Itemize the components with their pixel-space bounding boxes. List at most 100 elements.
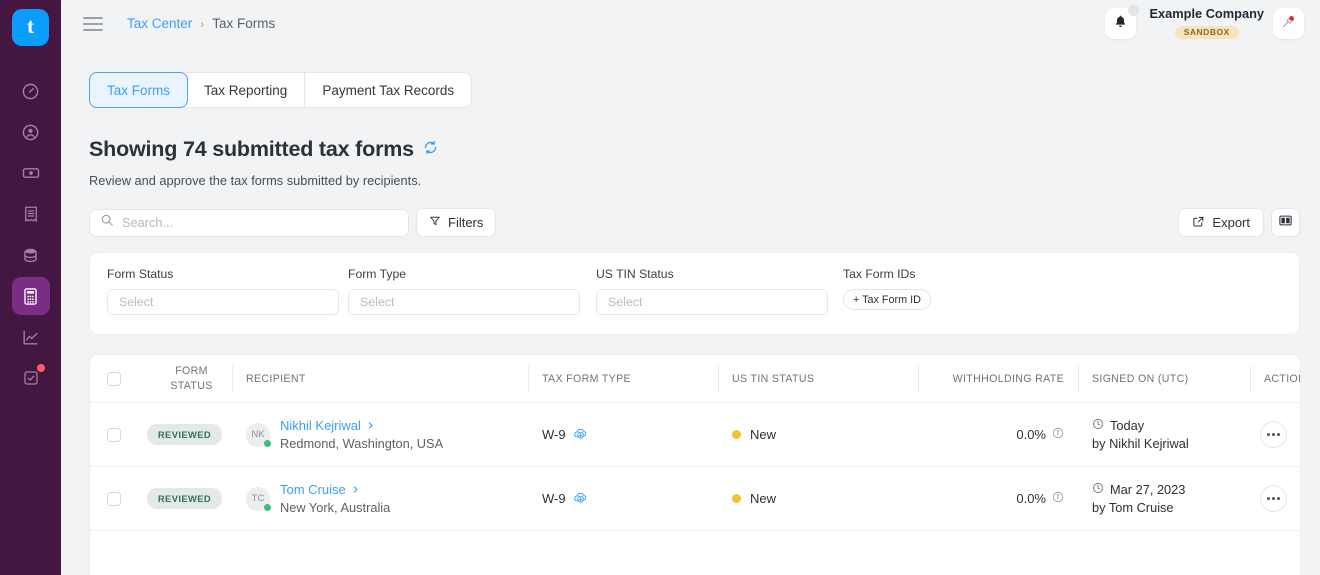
bell-icon xyxy=(1113,14,1128,34)
speedometer-icon xyxy=(21,82,40,101)
row-actions-button[interactable] xyxy=(1260,485,1287,512)
column-actions: ACTIONS ? xyxy=(1250,364,1300,394)
sidebar-nav xyxy=(11,72,50,400)
sidebar: t xyxy=(0,0,61,575)
search-icon xyxy=(100,213,114,232)
topbar-right: Example Company SANDBOX xyxy=(1104,5,1304,40)
sidebar-item-reports[interactable] xyxy=(12,318,50,356)
avatar-initials: TC xyxy=(251,493,265,504)
filters-button-label: Filters xyxy=(448,215,484,230)
pin-icon xyxy=(1280,13,1297,35)
tab-tax-forms[interactable]: Tax Forms xyxy=(89,72,189,108)
avatar: NK xyxy=(246,422,271,447)
column-form-status-line1: FORM xyxy=(175,365,208,378)
withholding-rate-value: 0.0% xyxy=(1016,427,1046,442)
search-input[interactable] xyxy=(122,215,398,230)
filter-form-status-label: Form Status xyxy=(107,267,174,281)
tax-forms-table: FORM STATUS RECIPIENT TAX FORM TYPE US T… xyxy=(89,354,1301,575)
column-form-status[interactable]: FORM STATUS xyxy=(137,364,232,394)
calculator-icon xyxy=(21,287,40,306)
cell-form-status: REVIEWED xyxy=(137,488,232,509)
info-circle-icon[interactable] xyxy=(1052,427,1064,442)
notification-indicator xyxy=(1127,5,1139,16)
cell-tax-form-type: W-9 xyxy=(528,490,718,508)
filter-tax-form-ids: Tax Form IDs + Tax Form ID xyxy=(843,267,931,310)
ellipsis-icon xyxy=(1267,497,1280,500)
table-row[interactable]: REVIEWED TC Tom Cruise New York, Austral… xyxy=(90,467,1300,531)
column-recipient[interactable]: RECIPIENT xyxy=(232,364,528,394)
cell-tax-form-type: W-9 xyxy=(528,426,718,444)
recipient-name: Nikhil Kejriwal xyxy=(280,418,361,434)
export-button-label: Export xyxy=(1212,215,1250,230)
online-indicator xyxy=(264,439,271,447)
sidebar-item-invoices[interactable] xyxy=(12,195,50,233)
sidebar-item-contacts[interactable] xyxy=(12,113,50,151)
company-info: Example Company SANDBOX xyxy=(1150,6,1264,40)
clock-icon xyxy=(1092,417,1104,435)
cell-recipient: NK Nikhil Kejriwal Redmond, Washington, … xyxy=(232,417,528,452)
search-box[interactable] xyxy=(89,208,409,237)
column-us-tin-status[interactable]: US TIN STATUS xyxy=(718,364,918,394)
breadcrumb-parent[interactable]: Tax Center xyxy=(127,16,192,31)
filter-form-status-select[interactable]: Select xyxy=(107,289,339,315)
tin-status-label: New xyxy=(750,427,777,442)
chevron-right-icon xyxy=(366,417,375,435)
table-row[interactable]: REVIEWED NK Nikhil Kejriwal Redmond, Was… xyxy=(90,403,1300,467)
hamburger-icon[interactable] xyxy=(83,16,103,31)
row-select-cell xyxy=(90,427,137,442)
column-signed-on[interactable]: SIGNED ON (UTC) xyxy=(1078,364,1250,394)
row-checkbox[interactable] xyxy=(106,491,121,506)
breadcrumb: Tax Center › Tax Forms xyxy=(127,16,275,31)
column-withholding-rate[interactable]: WITHHOLDING RATE xyxy=(918,364,1078,394)
tab-payment-tax-records[interactable]: Payment Tax Records xyxy=(305,73,471,107)
app-root: t Tax Center › Tax Forms Example Company… xyxy=(0,0,1320,575)
filter-tax-form-ids-label: Tax Form IDs xyxy=(843,267,916,281)
export-button[interactable]: Export xyxy=(1178,208,1264,237)
sidebar-item-tax[interactable] xyxy=(11,277,50,315)
app-logo[interactable]: t xyxy=(12,9,49,46)
notifications-button[interactable] xyxy=(1104,5,1139,39)
select-all-checkbox[interactable] xyxy=(106,371,121,386)
filter-form-type: Form Type Select xyxy=(348,267,588,315)
cell-signed-on: Mar 27, 2023 by Tom Cruise xyxy=(1078,481,1250,517)
ellipsis-icon xyxy=(1267,433,1280,436)
cell-actions xyxy=(1250,421,1300,448)
page-subtitle: Review and approve the tax forms submitt… xyxy=(89,173,422,188)
sidebar-item-payments[interactable] xyxy=(12,154,50,192)
columns-button[interactable] xyxy=(1271,208,1300,237)
recipient-link[interactable]: Nikhil Kejriwal xyxy=(280,417,443,435)
row-actions-button[interactable] xyxy=(1260,421,1287,448)
sidebar-item-data[interactable] xyxy=(12,236,50,274)
cloud-download-icon[interactable] xyxy=(573,426,588,444)
table-header-row: FORM STATUS RECIPIENT TAX FORM TYPE US T… xyxy=(90,355,1300,403)
column-tax-form-type[interactable]: TAX FORM TYPE xyxy=(528,364,718,394)
topbar: Tax Center › Tax Forms Example Company S… xyxy=(61,0,1320,47)
cell-signed-on: Today by Nikhil Kejriwal xyxy=(1078,417,1250,453)
tab-tax-reporting[interactable]: Tax Reporting xyxy=(187,73,306,107)
cell-withholding-rate: 0.0% xyxy=(918,491,1078,506)
table-row[interactable] xyxy=(90,531,1300,575)
info-circle-icon[interactable] xyxy=(1052,491,1064,506)
withholding-rate-value: 0.0% xyxy=(1016,491,1046,506)
filter-form-type-label: Form Type xyxy=(348,267,407,281)
cloud-download-icon[interactable] xyxy=(573,490,588,508)
tab-bar: Tax Forms Tax Reporting Payment Tax Reco… xyxy=(89,72,473,108)
line-chart-icon xyxy=(21,328,40,347)
cell-us-tin-status: New xyxy=(718,491,918,506)
row-checkbox[interactable] xyxy=(106,427,121,442)
add-tax-form-id-button[interactable]: + Tax Form ID xyxy=(843,289,931,310)
filter-form-type-select[interactable]: Select xyxy=(348,289,580,315)
avatar-initials: NK xyxy=(251,429,265,440)
signed-by: by Tom Cruise xyxy=(1092,499,1174,515)
tin-status-label: New xyxy=(750,491,777,506)
recipient-link[interactable]: Tom Cruise xyxy=(280,481,390,499)
form-type-label: W-9 xyxy=(542,427,566,442)
refresh-icon[interactable] xyxy=(423,140,438,160)
avatar[interactable] xyxy=(1273,8,1304,39)
sidebar-item-tasks[interactable] xyxy=(12,359,50,397)
filter-us-tin-status-select[interactable]: Select xyxy=(596,289,828,315)
cell-actions xyxy=(1250,485,1300,512)
filters-button[interactable]: Filters xyxy=(416,208,497,237)
recipient-location: Redmond, Washington, USA xyxy=(280,435,444,451)
sidebar-item-dashboard[interactable] xyxy=(12,72,50,110)
